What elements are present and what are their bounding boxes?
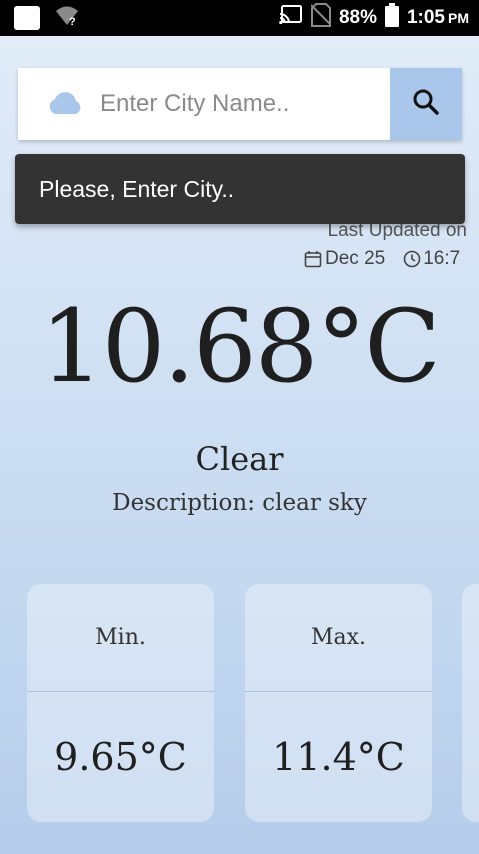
no-sim-icon: [310, 3, 332, 33]
next-card-partial: [462, 584, 479, 822]
clock-time: 1:05: [406, 7, 445, 28]
search-bar: [18, 68, 462, 140]
max-temp-card: Max. 11.4°C: [245, 584, 432, 822]
notification-icon: [14, 6, 40, 30]
temperature-value: 10.68°C: [40, 288, 441, 405]
clock-icon: [403, 250, 423, 268]
max-temp-label: Max.: [245, 584, 432, 692]
battery-percent: 88%: [338, 7, 377, 28]
last-updated-row: Dec 25 16:7: [304, 247, 479, 271]
cast-icon: [279, 5, 303, 31]
last-updated-date: Dec 25: [325, 248, 386, 269]
last-updated-time: 16:7: [423, 248, 461, 269]
min-temp-value: 9.65°C: [54, 735, 187, 779]
search-button[interactable]: [390, 68, 462, 140]
search-box: [18, 68, 390, 140]
min-temp-card: Min. 9.65°C: [27, 584, 214, 822]
svg-text:?: ?: [69, 16, 76, 27]
clock-ampm: PM: [448, 10, 469, 26]
wifi-icon: ?: [54, 5, 80, 32]
status-bar: ? 88% 1:05 PM: [0, 0, 479, 36]
toast-message: Please, Enter City..: [15, 154, 465, 224]
max-temp-value: 11.4°C: [272, 735, 405, 779]
calendar-icon: [304, 250, 325, 268]
weather-description: Description: clear sky: [112, 490, 367, 516]
weather-condition: Clear: [195, 440, 284, 478]
search-icon: [412, 88, 440, 121]
cloud-icon: [46, 89, 84, 120]
battery-icon: [384, 3, 399, 33]
min-temp-label: Min.: [27, 584, 214, 692]
city-search-input[interactable]: [100, 90, 370, 118]
